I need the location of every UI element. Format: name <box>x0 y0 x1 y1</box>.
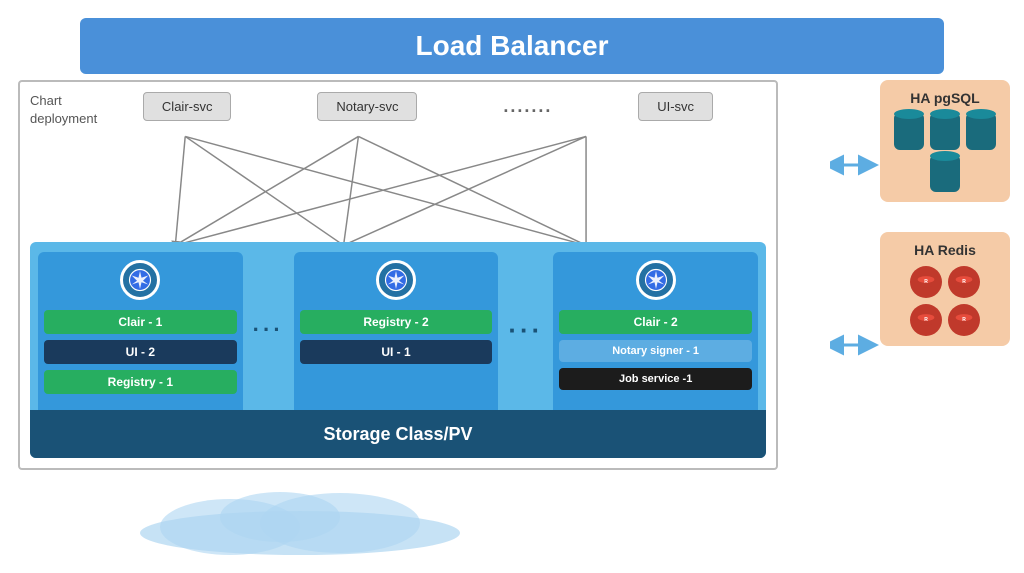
node-separator-2: ··· <box>504 315 547 346</box>
cloud-shape <box>120 485 480 555</box>
storage-label: Storage Class/PV <box>323 424 472 445</box>
redis-icon-1: R <box>910 266 942 298</box>
redis-icons: R R R R <box>894 266 996 336</box>
pod-job-service-1: Job service -1 <box>559 368 752 390</box>
pod-ui-1: UI - 1 <box>300 340 493 364</box>
ha-container: HA pgSQL HA Redis R R <box>880 80 1010 346</box>
db-icon-4 <box>930 156 960 192</box>
chart-deployment-label: Chartdeployment <box>30 92 97 128</box>
pod-registry-1: Registry - 1 <box>44 370 237 394</box>
ha-pgsql-title: HA pgSQL <box>894 90 996 106</box>
notary-svc-box: Notary-svc <box>317 92 417 121</box>
db-icon-3 <box>966 114 996 150</box>
pod-registry-2: Registry - 2 <box>300 310 493 334</box>
k8s-icon-1 <box>120 260 160 300</box>
ha-pgsql-box: HA pgSQL <box>880 80 1010 202</box>
svg-text:R: R <box>962 317 966 323</box>
pod-notary-signer-1: Notary signer - 1 <box>559 340 752 362</box>
pod-clair-2: Clair - 2 <box>559 310 752 334</box>
redis-icon-4: R <box>948 304 980 336</box>
pod-ui-2: UI - 2 <box>44 340 237 364</box>
ha-arrows <box>830 80 880 470</box>
svg-text:R: R <box>924 279 928 285</box>
db-icon-1 <box>894 114 924 150</box>
k8s-area: Clair - 1 UI - 2 Registry - 1 ··· Regist… <box>30 242 766 458</box>
node-separator-1: ··· <box>249 317 288 343</box>
k8s-node-2: Registry - 2 UI - 1 <box>294 252 499 422</box>
k8s-icon-2 <box>376 260 416 300</box>
service-boxes-row: Clair-svc Notary-svc ....... UI-svc <box>100 92 756 121</box>
clair-svc-box: Clair-svc <box>143 92 232 121</box>
redis-icon-2: R <box>948 266 980 298</box>
pod-clair-1: Clair - 1 <box>44 310 237 334</box>
ha-redis-box: HA Redis R R R <box>880 232 1010 346</box>
svg-text:R: R <box>924 317 928 323</box>
db-icon-2 <box>930 114 960 150</box>
service-dots: ....... <box>503 96 552 117</box>
svg-text:R: R <box>962 279 966 285</box>
db-icons <box>894 114 996 192</box>
load-balancer-label: Load Balancer <box>416 30 609 61</box>
k8s-node-3: Clair - 2 Notary signer - 1 Job service … <box>553 252 758 422</box>
redis-icon-3: R <box>910 304 942 336</box>
storage-bar: Storage Class/PV <box>30 410 766 458</box>
ha-redis-title: HA Redis <box>894 242 996 258</box>
k8s-icon-3 <box>636 260 676 300</box>
chart-container: Chartdeployment Clair-svc Notary-svc ...… <box>18 80 778 470</box>
k8s-node-1: Clair - 1 UI - 2 Registry - 1 <box>38 252 243 422</box>
ui-svc-box: UI-svc <box>638 92 713 121</box>
load-balancer-header: Load Balancer <box>80 18 944 74</box>
